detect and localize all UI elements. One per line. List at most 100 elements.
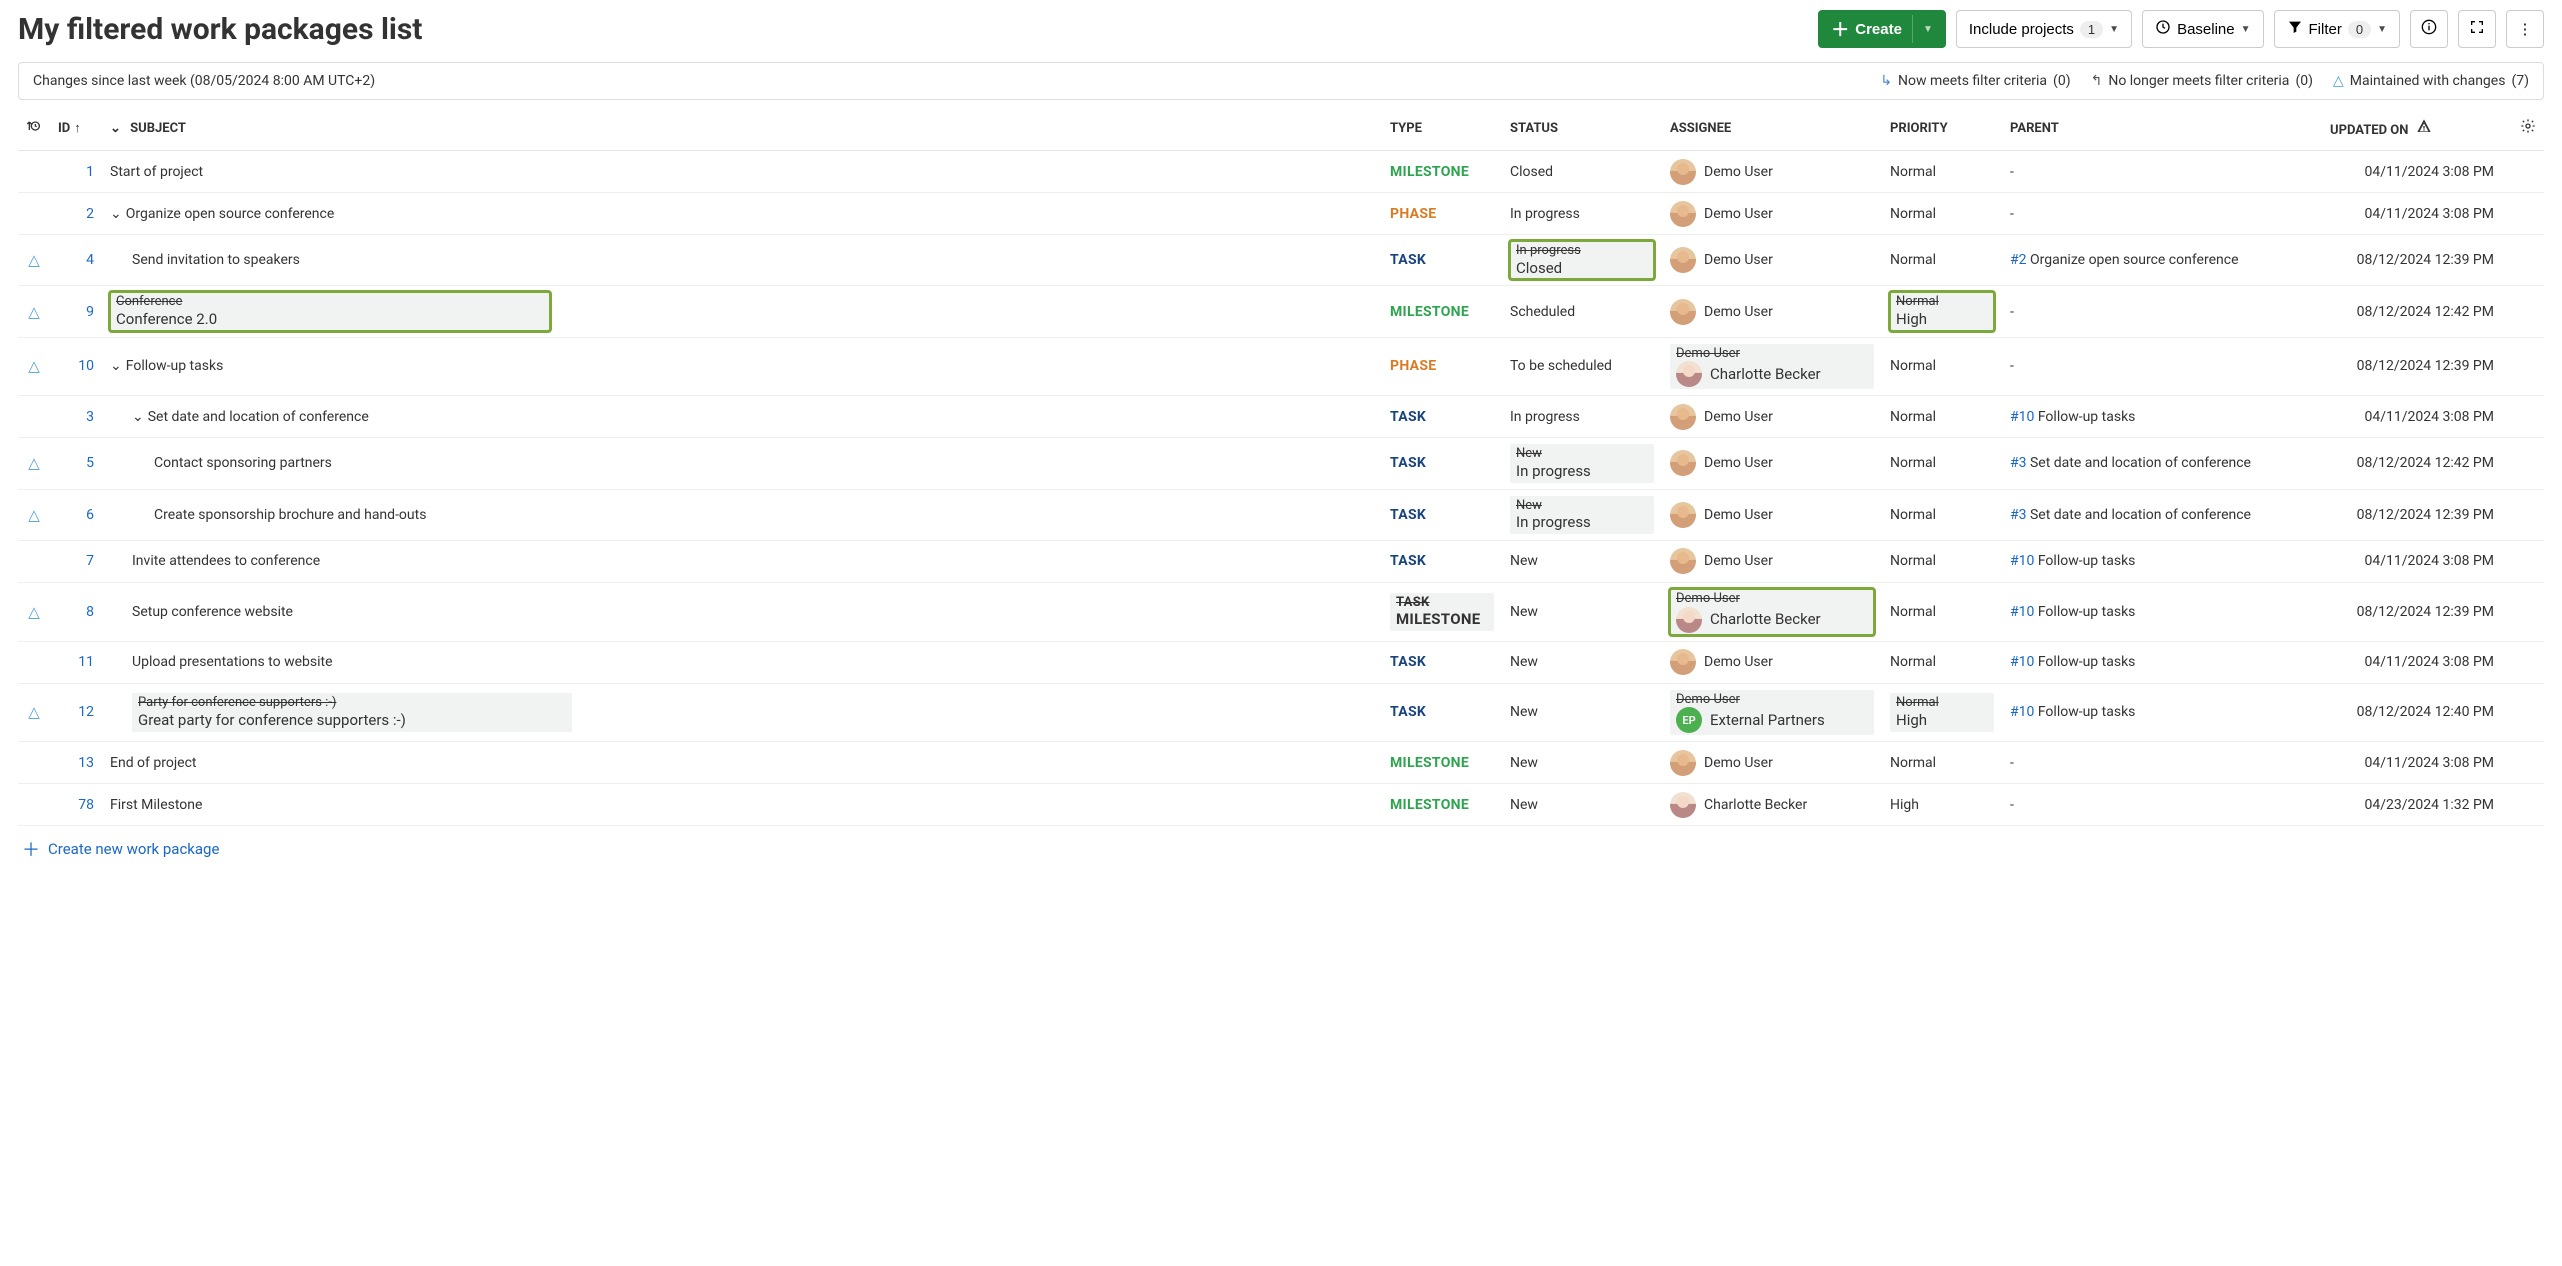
parent-cell[interactable]: -	[2002, 151, 2322, 193]
assignee-cell[interactable]: Demo User	[1662, 286, 1882, 337]
work-package-id-link[interactable]: 7	[86, 553, 94, 569]
type-cell[interactable]: TASK	[1382, 396, 1502, 438]
subject-cell[interactable]: ConferenceConference 2.0	[102, 286, 1382, 337]
column-header-status[interactable]: STATUS	[1502, 104, 1662, 151]
table-row[interactable]: 13End of projectMILESTONENewDemo UserNor…	[18, 742, 2544, 784]
status-cell[interactable]: New	[1502, 582, 1662, 641]
assignee-cell[interactable]: Demo User	[1662, 396, 1882, 438]
column-header-subject[interactable]: ⌄ SUBJECT	[102, 104, 1382, 151]
type-cell[interactable]: MILESTONE	[1382, 784, 1502, 826]
status-cell[interactable]: New	[1502, 683, 1662, 742]
type-cell[interactable]: TASKMILESTONE	[1382, 582, 1502, 641]
priority-cell[interactable]: Normal	[1882, 438, 2002, 489]
work-package-id-link[interactable]: 9	[86, 304, 94, 320]
parent-link[interactable]: #10	[2010, 604, 2034, 620]
assignee-cell[interactable]: Demo User	[1662, 540, 1882, 582]
parent-cell[interactable]: -	[2002, 784, 2322, 826]
parent-cell[interactable]: -	[2002, 337, 2322, 396]
work-package-id-link[interactable]: 3	[86, 409, 94, 425]
subject-cell[interactable]: Start of project	[102, 151, 1382, 193]
table-row[interactable]: △5Contact sponsoring partnersTASKNewIn p…	[18, 438, 2544, 489]
column-header-priority[interactable]: PRIORITY	[1882, 104, 2002, 151]
parent-link[interactable]: #2	[2010, 252, 2027, 268]
parent-link[interactable]: #3	[2010, 455, 2027, 471]
status-cell[interactable]: NewIn progress	[1502, 489, 1662, 540]
parent-cell[interactable]: #2 Organize open source conference	[2002, 235, 2322, 286]
priority-cell[interactable]: Normal	[1882, 540, 2002, 582]
parent-cell[interactable]: #3 Set date and location of conference	[2002, 438, 2322, 489]
priority-cell[interactable]: Normal	[1882, 235, 2002, 286]
expand-toggle[interactable]: ⌄	[110, 206, 122, 222]
table-row[interactable]: △12Party for conference supporters :-)Gr…	[18, 683, 2544, 742]
table-row[interactable]: 7Invite attendees to conferenceTASKNewDe…	[18, 540, 2544, 582]
parent-cell[interactable]: #3 Set date and location of conference	[2002, 489, 2322, 540]
assignee-cell[interactable]: Demo UserCharlotte Becker	[1662, 337, 1882, 396]
type-cell[interactable]: TASK	[1382, 641, 1502, 683]
more-button[interactable]: ⋮	[2506, 10, 2544, 48]
subject-cell[interactable]: End of project	[102, 742, 1382, 784]
type-cell[interactable]: PHASE	[1382, 193, 1502, 235]
assignee-cell[interactable]: Demo User	[1662, 438, 1882, 489]
assignee-cell[interactable]: Demo User	[1662, 742, 1882, 784]
parent-cell[interactable]: -	[2002, 286, 2322, 337]
priority-cell[interactable]: Normal	[1882, 641, 2002, 683]
table-row[interactable]: △8Setup conference websiteTASKMILESTONEN…	[18, 582, 2544, 641]
subject-cell[interactable]: ⌄Follow-up tasks	[102, 337, 1382, 396]
subject-cell[interactable]: Upload presentations to website	[102, 641, 1382, 683]
assignee-cell[interactable]: Demo User	[1662, 193, 1882, 235]
type-cell[interactable]: TASK	[1382, 489, 1502, 540]
status-cell[interactable]: To be scheduled	[1502, 337, 1662, 396]
table-row[interactable]: △9ConferenceConference 2.0MILESTONESched…	[18, 286, 2544, 337]
table-row[interactable]: 11Upload presentations to websiteTASKNew…	[18, 641, 2544, 683]
assignee-cell[interactable]: Demo User	[1662, 489, 1882, 540]
work-package-id-link[interactable]: 8	[86, 604, 94, 620]
parent-link[interactable]: #10	[2010, 654, 2034, 670]
priority-cell[interactable]: Normal	[1882, 337, 2002, 396]
parent-link[interactable]: #10	[2010, 553, 2034, 569]
assignee-cell[interactable]: Demo UserEPExternal Partners	[1662, 683, 1882, 742]
type-cell[interactable]: MILESTONE	[1382, 742, 1502, 784]
assignee-cell[interactable]: Demo User	[1662, 641, 1882, 683]
subject-cell[interactable]: Invite attendees to conference	[102, 540, 1382, 582]
status-cell[interactable]: In progress	[1502, 396, 1662, 438]
assignee-cell[interactable]: Demo UserCharlotte Becker	[1662, 582, 1882, 641]
table-row[interactable]: △4Send invitation to speakersTASKIn prog…	[18, 235, 2544, 286]
type-cell[interactable]: PHASE	[1382, 337, 1502, 396]
assignee-cell[interactable]: Demo User	[1662, 151, 1882, 193]
status-cell[interactable]: In progress	[1502, 193, 1662, 235]
priority-cell[interactable]: Normal	[1882, 742, 2002, 784]
priority-cell[interactable]: Normal	[1882, 193, 2002, 235]
priority-cell[interactable]: High	[1882, 784, 2002, 826]
subject-cell[interactable]: Setup conference website	[102, 582, 1382, 641]
column-header-updated[interactable]: UPDATED ON	[2322, 104, 2512, 151]
subject-cell[interactable]: Party for conference supporters :-)Great…	[102, 683, 1382, 742]
fullscreen-button[interactable]	[2458, 10, 2496, 48]
subject-cell[interactable]: Contact sponsoring partners	[102, 438, 1382, 489]
status-cell[interactable]: Scheduled	[1502, 286, 1662, 337]
work-package-id-link[interactable]: 4	[86, 252, 94, 268]
priority-cell[interactable]: Normal	[1882, 489, 2002, 540]
create-button[interactable]: ＋ Create ▼	[1818, 10, 1946, 48]
table-row[interactable]: 3⌄Set date and location of conferenceTAS…	[18, 396, 2544, 438]
expand-toggle[interactable]: ⌄	[132, 409, 144, 425]
filter-button[interactable]: Filter 0 ▼	[2274, 10, 2400, 48]
baseline-button[interactable]: Baseline ▼	[2142, 10, 2263, 48]
parent-cell[interactable]: -	[2002, 193, 2322, 235]
parent-cell[interactable]: #10 Follow-up tasks	[2002, 540, 2322, 582]
priority-cell[interactable]: Normal	[1882, 582, 2002, 641]
work-package-id-link[interactable]: 11	[78, 654, 94, 670]
parent-cell[interactable]: #10 Follow-up tasks	[2002, 582, 2322, 641]
work-package-id-link[interactable]: 6	[86, 507, 94, 523]
parent-cell[interactable]: #10 Follow-up tasks	[2002, 396, 2322, 438]
column-header-id[interactable]: ID↑	[50, 104, 102, 151]
column-config-button[interactable]	[2512, 104, 2544, 151]
parent-cell[interactable]: -	[2002, 742, 2322, 784]
status-cell[interactable]: NewIn progress	[1502, 438, 1662, 489]
info-button[interactable]	[2410, 10, 2448, 48]
work-package-id-link[interactable]: 12	[78, 704, 94, 720]
work-package-id-link[interactable]: 10	[78, 358, 94, 374]
expand-toggle[interactable]: ⌄	[110, 358, 122, 374]
table-row[interactable]: 78First MilestoneMILESTONENewCharlotte B…	[18, 784, 2544, 826]
type-cell[interactable]: TASK	[1382, 438, 1502, 489]
parent-link[interactable]: #3	[2010, 507, 2027, 523]
